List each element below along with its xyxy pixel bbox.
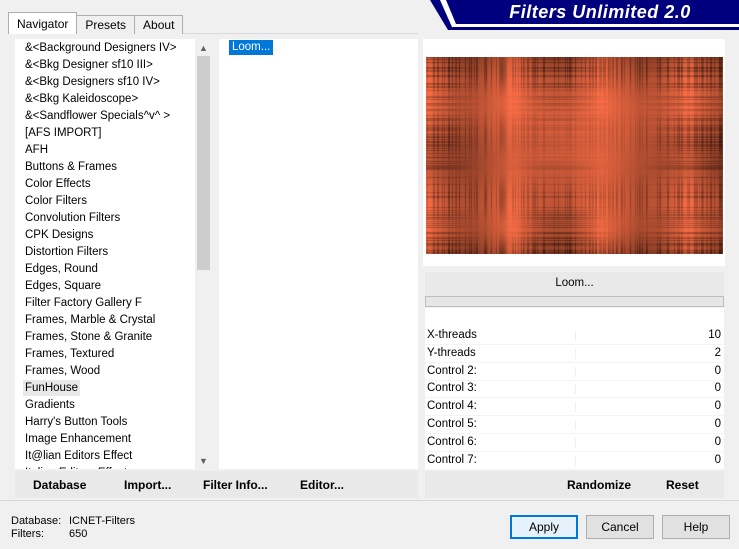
- filter-info-button[interactable]: Filter Info...: [203, 478, 268, 492]
- reset-button[interactable]: Reset: [666, 478, 699, 492]
- param-label: X-threads: [427, 329, 477, 341]
- category-item[interactable]: &<Bkg Designer sf10 III>: [23, 57, 155, 73]
- param-divider: [575, 384, 576, 395]
- database-label: Database:: [11, 515, 62, 527]
- scroll-up-icon[interactable]: ▲: [195, 39, 212, 56]
- param-value[interactable]: 0: [715, 400, 721, 412]
- filter-list[interactable]: Loom...: [219, 39, 418, 469]
- param-value[interactable]: 0: [715, 365, 721, 377]
- parameter-panel: X-threads 10 Y-threads 2 Control 2: 0 Control …: [425, 308, 724, 470]
- tab-navigator[interactable]: Navigator: [8, 12, 78, 34]
- tab-bar: Navigator Presets About: [8, 12, 184, 34]
- category-item[interactable]: &<Sandflower Specials^v^ >: [23, 108, 172, 124]
- apply-button[interactable]: Apply: [510, 515, 578, 539]
- param-label: Control 3:: [427, 382, 477, 395]
- param-value[interactable]: 0: [715, 454, 721, 466]
- category-item[interactable]: Color Filters: [23, 193, 89, 209]
- param-row[interactable]: Control 2: 0: [425, 363, 724, 381]
- category-item[interactable]: Distortion Filters: [23, 244, 110, 260]
- category-item[interactable]: Frames, Wood: [23, 363, 102, 379]
- category-item[interactable]: Frames, Marble & Crystal: [23, 312, 157, 328]
- param-divider: [575, 402, 576, 413]
- category-item[interactable]: Image Enhancement: [23, 431, 133, 447]
- param-divider: [575, 331, 576, 341]
- tab-presets[interactable]: Presets: [76, 15, 136, 34]
- category-list[interactable]: &<Background Designers IV> &<Bkg Designer…: [15, 39, 212, 469]
- param-label: Control 5:: [427, 418, 477, 430]
- category-item[interactable]: Convolution Filters: [23, 210, 122, 226]
- param-value[interactable]: 2: [715, 347, 721, 359]
- category-item[interactable]: AFH: [23, 142, 50, 158]
- param-row[interactable]: Control 4: 0: [425, 398, 724, 417]
- category-item[interactable]: CPK Designs: [23, 227, 95, 243]
- param-label: Control 7:: [427, 453, 477, 466]
- category-item[interactable]: Frames, Textured: [23, 346, 116, 362]
- param-value[interactable]: 0: [715, 382, 721, 394]
- category-item[interactable]: Color Effects: [23, 176, 93, 192]
- database-button[interactable]: Database: [33, 478, 86, 492]
- category-item[interactable]: &<Background Designers IV>: [23, 40, 179, 56]
- category-item[interactable]: Frames, Stone & Granite: [23, 329, 154, 345]
- scrollbar-thumb[interactable]: [197, 56, 210, 270]
- param-label: Control 2:: [427, 364, 477, 377]
- category-item[interactable]: [AFS IMPORT]: [23, 125, 103, 141]
- editor-button[interactable]: Editor...: [300, 478, 344, 492]
- param-row[interactable]: Control 6: 0: [425, 434, 724, 452]
- category-item[interactable]: Edges, Square: [23, 278, 103, 294]
- param-divider: [575, 348, 576, 359]
- param-row[interactable]: Control 3: 0: [425, 380, 724, 399]
- app-title: Filters Unlimited 2.0: [509, 2, 691, 22]
- category-item[interactable]: Italian Editors Effect: [23, 465, 129, 469]
- param-row[interactable]: Control 7: 0: [425, 452, 724, 470]
- filters-label: Filters:: [11, 528, 44, 540]
- help-button[interactable]: Help: [662, 515, 730, 539]
- database-value: ICNET-Filters: [69, 515, 135, 527]
- selected-filter-name: Loom...: [555, 277, 594, 289]
- category-item[interactable]: Filter Factory Gallery F: [23, 295, 144, 311]
- param-divider: [575, 455, 576, 466]
- filter-item-loom[interactable]: Loom...: [229, 40, 274, 55]
- param-row[interactable]: Control 5: 0: [425, 416, 724, 434]
- param-divider: [575, 366, 576, 377]
- category-item[interactable]: &<Bkg Kaleidoscope>: [23, 91, 140, 107]
- param-rule: [425, 468, 724, 470]
- param-row[interactable]: X-threads 10: [425, 327, 724, 345]
- param-divider: [575, 420, 576, 430]
- tab-about[interactable]: About: [134, 15, 184, 34]
- category-item[interactable]: Buttons & Frames: [23, 159, 119, 175]
- param-label: Control 4:: [427, 400, 477, 413]
- randomize-button[interactable]: Randomize: [567, 478, 631, 492]
- preview-image: [426, 57, 723, 254]
- param-row[interactable]: Y-threads 2: [425, 345, 724, 363]
- category-item[interactable]: It@lian Editors Effect: [23, 448, 134, 464]
- cancel-button[interactable]: Cancel: [586, 515, 654, 539]
- import-button[interactable]: Import...: [124, 478, 171, 492]
- category-item[interactable]: Harry's Button Tools: [23, 414, 129, 430]
- param-divider: [575, 437, 576, 448]
- category-item[interactable]: &<Bkg Designers sf10 IV>: [23, 74, 162, 90]
- param-value[interactable]: 10: [708, 329, 721, 341]
- scroll-down-icon[interactable]: ▼: [195, 452, 212, 469]
- param-label: Control 6:: [427, 435, 477, 448]
- category-item[interactable]: Gradients: [23, 397, 77, 413]
- filters-count: 650: [69, 528, 88, 540]
- param-label: Y-threads: [427, 346, 476, 359]
- category-item[interactable]: FunHouse: [23, 380, 81, 396]
- divider: [0, 500, 739, 501]
- param-value[interactable]: 0: [715, 418, 721, 430]
- progress-bar: [425, 296, 724, 307]
- param-value[interactable]: 0: [715, 436, 721, 448]
- category-item[interactable]: Edges, Round: [23, 261, 100, 277]
